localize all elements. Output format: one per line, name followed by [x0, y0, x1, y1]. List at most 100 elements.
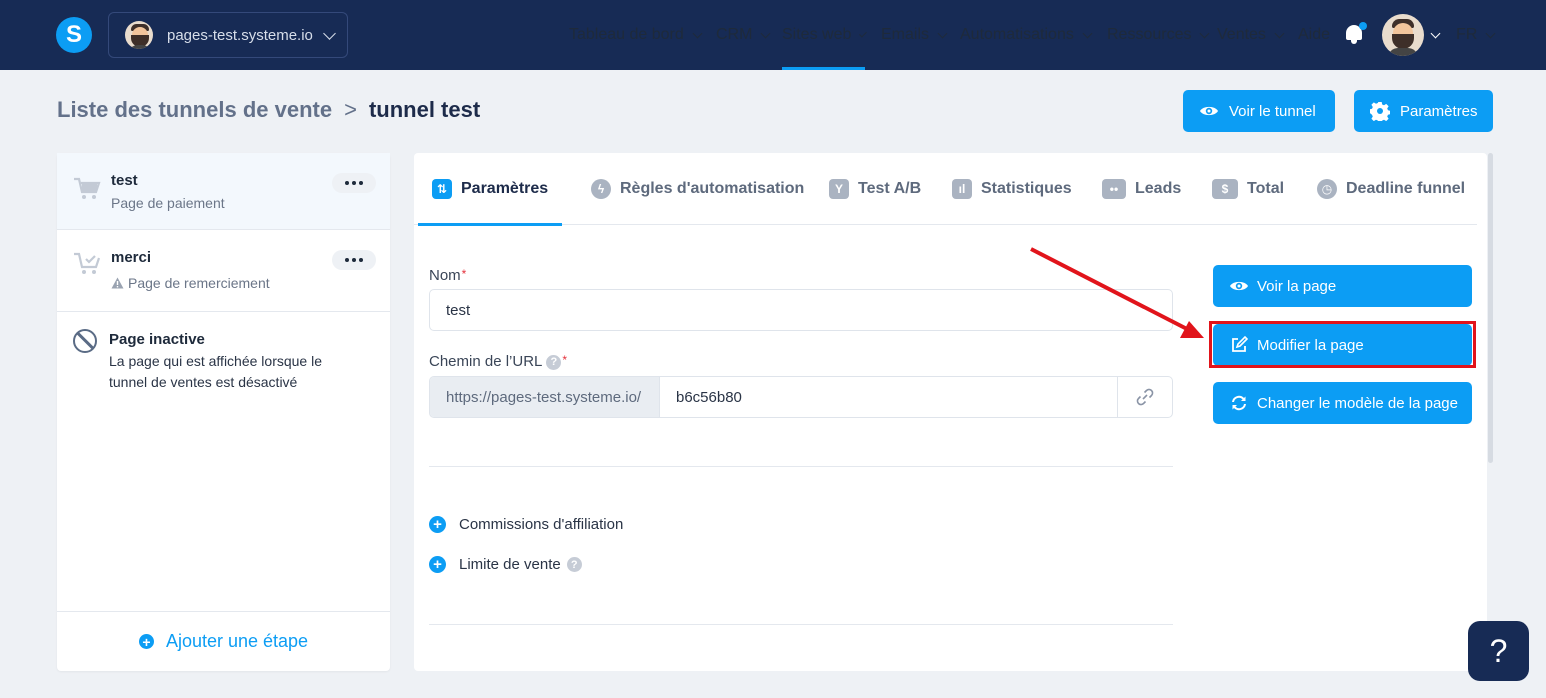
chevron-down-icon	[760, 28, 771, 38]
step-title: test	[111, 172, 138, 189]
name-input[interactable]: test	[429, 289, 1173, 331]
tab-label: Deadline funnel	[1346, 180, 1466, 197]
breadcrumb: Liste des tunnels de vente > tunnel test	[57, 97, 480, 123]
view-page-button[interactable]: Voir la page	[1213, 265, 1472, 307]
step-item-merci[interactable]: merci Page de remerciement	[57, 230, 390, 312]
nav-tableau-de-bord[interactable]: Tableau de bord	[569, 0, 703, 70]
settings-label: Paramètres	[1400, 102, 1478, 120]
tab-label: Statistiques	[981, 180, 1072, 197]
help-icon[interactable]: ?	[566, 557, 582, 572]
nav-label: Sites web	[782, 26, 852, 43]
settings-button[interactable]: Paramètres	[1354, 90, 1493, 132]
url-prefix: https://pages-test.systeme.io/	[430, 377, 660, 417]
tab-total[interactable]: $ Total	[1212, 153, 1284, 225]
nav-label: Aide	[1298, 26, 1331, 43]
inactive-page-title[interactable]: Page inactive	[109, 331, 205, 348]
tab-leads[interactable]: •• Leads	[1102, 153, 1181, 225]
nav-label: Ressources	[1107, 26, 1192, 43]
chevron-down-icon	[859, 29, 867, 37]
breadcrumb-separator: >	[344, 97, 357, 122]
tab-label: Test A/B	[858, 180, 922, 197]
sales-limit-toggle[interactable]: + Limite de vente ?	[429, 556, 582, 573]
step-item-test[interactable]: test Page de paiement	[57, 153, 390, 230]
change-template-button[interactable]: Changer le modèle de la page	[1213, 382, 1472, 424]
help-icon[interactable]: ?	[546, 354, 562, 370]
scrollbar[interactable]	[1488, 153, 1493, 463]
funnel-steps-panel: test Page de paiement merci Page de reme…	[57, 153, 390, 671]
user-avatar[interactable]	[1382, 14, 1424, 56]
eye-icon	[1199, 101, 1219, 121]
chevron-down-icon	[692, 28, 703, 38]
step-title: merci	[111, 249, 152, 266]
tab-bar: ⇅ Paramètres ϟ Règles d'automatisation Y Te…	[414, 153, 1477, 226]
step-menu-button[interactable]	[332, 173, 376, 193]
tab-test-ab[interactable]: Y Test A/B	[829, 153, 921, 225]
split-icon: Y	[829, 179, 849, 199]
ban-icon	[73, 329, 97, 353]
chevron-down-icon	[1485, 28, 1496, 38]
gear-icon	[1370, 101, 1390, 121]
tab-regles-automatisation[interactable]: ϟ Règles d'automatisation	[591, 153, 804, 225]
help-chat-button[interactable]: ?	[1468, 621, 1529, 681]
dollar-icon: $	[1212, 179, 1238, 199]
tab-label: Paramètres	[461, 180, 549, 197]
nav-label: Emails	[881, 26, 930, 43]
tab-label: Règles d'automatisation	[620, 180, 805, 197]
tab-deadline-funnel[interactable]: ◷ Deadline funnel	[1317, 153, 1465, 225]
top-navigation-bar: S pages-test.systeme.io Tableau de bord …	[0, 0, 1546, 70]
step-subtitle: Page de paiement	[111, 195, 225, 211]
systeme-logo[interactable]: S	[56, 17, 92, 53]
tab-statistiques[interactable]: ıl Statistiques	[952, 153, 1072, 225]
language-selector[interactable]: FR	[1456, 0, 1496, 70]
bell-icon[interactable]	[1344, 22, 1367, 46]
language-label: FR	[1456, 26, 1478, 43]
step-menu-button[interactable]	[332, 250, 376, 270]
commissions-label: Commissions d'affiliation	[459, 516, 624, 533]
warning-icon	[111, 277, 124, 289]
cart-check-icon	[73, 252, 101, 276]
view-funnel-button[interactable]: Voir le tunnel	[1183, 90, 1335, 132]
bolt-icon: ϟ	[591, 179, 611, 199]
page-settings-panel: ⇅ Paramètres ϟ Règles d'automatisation Y Te…	[414, 153, 1487, 671]
nav-label: Automatisations	[960, 26, 1074, 43]
clock-icon: ◷	[1317, 179, 1337, 199]
domain-label: pages-test.systeme.io	[167, 26, 313, 44]
step-subtitle: Page de remerciement	[128, 275, 270, 291]
inactive-page-desc-2: tunnel de ventes est désactivé	[109, 374, 298, 390]
chevron-down-icon	[323, 26, 336, 40]
nav-ventes[interactable]: Ventes	[1217, 0, 1285, 70]
cart-icon	[73, 177, 101, 201]
chevron-down-icon	[1430, 28, 1441, 38]
nav-crm[interactable]: CRM	[716, 0, 771, 70]
tab-parametres[interactable]: ⇅ Paramètres	[418, 153, 563, 226]
chevron-down-icon	[1274, 28, 1285, 38]
chevron-down-icon	[937, 28, 948, 38]
nav-emails[interactable]: Emails	[881, 0, 948, 70]
nav-sites-web[interactable]: Sites web	[782, 0, 867, 70]
divider	[429, 624, 1173, 625]
change-template-label: Changer le modèle de la page	[1257, 394, 1458, 412]
nav-ressources[interactable]: Ressources	[1107, 0, 1210, 70]
divider	[429, 466, 1173, 467]
sliders-icon: ⇅	[432, 179, 452, 199]
link-icon[interactable]	[1118, 377, 1172, 417]
step-subtitle-row: Page de remerciement	[111, 275, 270, 291]
chevron-down-icon	[1082, 28, 1093, 38]
plus-circle-icon: +	[138, 634, 154, 649]
eye-icon	[1229, 276, 1249, 296]
tab-label: Total	[1247, 180, 1285, 197]
nav-aide[interactable]: Aide	[1298, 0, 1330, 70]
url-label: Chemin de l’URL? *	[429, 353, 567, 370]
avatar-dropdown[interactable]	[1430, 0, 1441, 70]
notification-dot	[1359, 22, 1367, 30]
url-slug-input[interactable]: b6c56b80	[660, 377, 1118, 417]
commissions-toggle[interactable]: + Commissions d'affiliation	[429, 516, 623, 533]
name-value: test	[446, 301, 471, 319]
required-mark: *	[562, 353, 568, 367]
url-path-field: https://pages-test.systeme.io/ b6c56b80	[429, 376, 1173, 418]
domain-selector[interactable]: pages-test.systeme.io	[108, 12, 348, 58]
chevron-down-icon	[1200, 28, 1210, 38]
nav-automatisations[interactable]: Automatisations	[960, 0, 1093, 70]
breadcrumb-parent[interactable]: Liste des tunnels de vente	[57, 97, 332, 123]
add-step-button[interactable]: + Ajouter une étape	[57, 611, 390, 671]
